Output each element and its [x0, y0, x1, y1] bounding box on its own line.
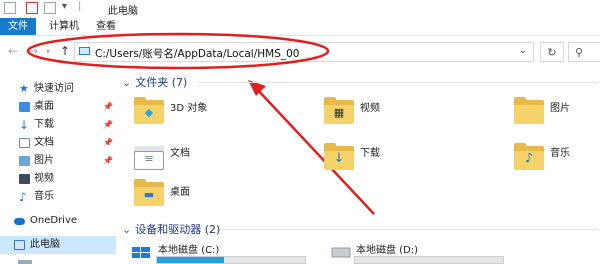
cloud-icon [14, 218, 25, 225]
folder-3d-objects[interactable]: ◆ [134, 96, 164, 126]
folder-desktop[interactable]: ▬ [134, 178, 164, 208]
sidebar-item-label: 此电脑 [30, 239, 60, 250]
folder-videos[interactable]: ▦ [324, 96, 354, 126]
highlight-ellipse [26, 32, 330, 70]
download-icon: ↓ [19, 118, 30, 132]
music-icon: ♪ [524, 151, 534, 166]
section-title: 设备和驱动器 (2) [135, 223, 221, 236]
folder-label: 桌面 [170, 187, 190, 198]
sidebar-item-quick-access[interactable]: ★ 快速访问 [0, 80, 116, 98]
folder-label: 下载 [360, 148, 380, 159]
folder-label: 图片 [550, 103, 570, 114]
drive-label[interactable]: 本地磁盘 (D:) [356, 241, 418, 256]
computer-icon [14, 240, 25, 250]
music-icon: ♪ [19, 190, 27, 204]
folders-section-header[interactable]: ⌄ 文件夹 (7) [122, 74, 187, 90]
video-icon [19, 174, 30, 184]
pin-icon: 📌 [103, 138, 113, 147]
sidebar-item-label: 音乐 [34, 191, 54, 202]
drive-label[interactable]: 本地磁盘 (C:) [158, 241, 219, 256]
navigation-pane: ★ 快速访问 桌面 📌 ↓ 下载 📌 文档 📌 图片 📌 视频 ♪ 音乐 One… [0, 70, 116, 264]
star-icon: ★ [19, 82, 29, 95]
sidebar-item-label: 桌面 [34, 101, 54, 112]
content-pane: ⌄ 文件夹 (7) ◆ 3D 对象 ▦ 视频 图片 ≡ 文档 ↓ 下载 ♪ 音乐 … [116, 70, 600, 264]
folder-pictures[interactable] [514, 96, 544, 126]
folder-label: 音乐 [550, 148, 570, 159]
cube-icon: ◆ [144, 106, 154, 119]
chevron-down-icon: ⌄ [122, 76, 132, 89]
desktop-icon [19, 102, 30, 112]
drive-c-usage-bar [156, 256, 306, 264]
sidebar-item-label: 文档 [34, 137, 54, 148]
pin-icon: 📌 [103, 102, 113, 111]
sidebar-item-videos[interactable]: 视频 [0, 170, 116, 188]
drives-section-header[interactable]: ⌄ 设备和驱动器 (2) [122, 221, 220, 237]
sidebar-item-documents[interactable]: 文档 📌 [0, 134, 116, 152]
sidebar-item-pictures[interactable]: 图片 📌 [0, 152, 116, 170]
folder-documents[interactable]: ≡ [134, 142, 164, 172]
folder-music[interactable]: ♪ [514, 142, 544, 172]
drive-d-icon[interactable] [330, 238, 352, 260]
windows-logo-icon [132, 247, 150, 258]
folder-label: 3D 对象 [170, 103, 208, 114]
desktop-icon: ▬ [143, 188, 155, 201]
sidebar-item-downloads[interactable]: ↓ 下载 📌 [0, 116, 116, 134]
drive-d-usage-bar [354, 256, 504, 264]
sidebar-item-this-pc[interactable]: 此电脑 [0, 236, 116, 254]
sidebar-item-label: 下载 [34, 119, 54, 130]
chevron-down-icon: ⌄ [122, 223, 132, 236]
network-icon [18, 260, 32, 264]
sidebar-item-label: 视频 [34, 173, 54, 184]
pin-icon: 📌 [103, 156, 113, 165]
folder-label: 视频 [360, 103, 380, 114]
video-icon: ▦ [333, 106, 345, 119]
document-icon [19, 138, 30, 148]
sidebar-item-desktop[interactable]: 桌面 📌 [0, 98, 116, 116]
sidebar-item-label: 图片 [34, 155, 54, 166]
sidebar-item-label: 快速访问 [34, 83, 74, 94]
pictures-icon [19, 156, 30, 166]
folder-downloads[interactable]: ↓ [324, 142, 354, 172]
download-icon: ↓ [333, 151, 345, 166]
section-divider [222, 229, 598, 230]
sidebar-item-onedrive[interactable]: OneDrive [0, 212, 116, 230]
sidebar-item-music[interactable]: ♪ 音乐 [0, 188, 116, 206]
pin-icon: 📌 [103, 120, 113, 129]
sidebar-item-label: OneDrive [30, 215, 78, 226]
drive-c-icon[interactable] [130, 238, 152, 260]
section-divider [198, 82, 598, 83]
drive-usage-fill [157, 257, 224, 263]
section-title: 文件夹 (7) [135, 76, 188, 89]
document-icon: ≡ [144, 152, 154, 165]
folder-label: 文档 [170, 148, 190, 159]
